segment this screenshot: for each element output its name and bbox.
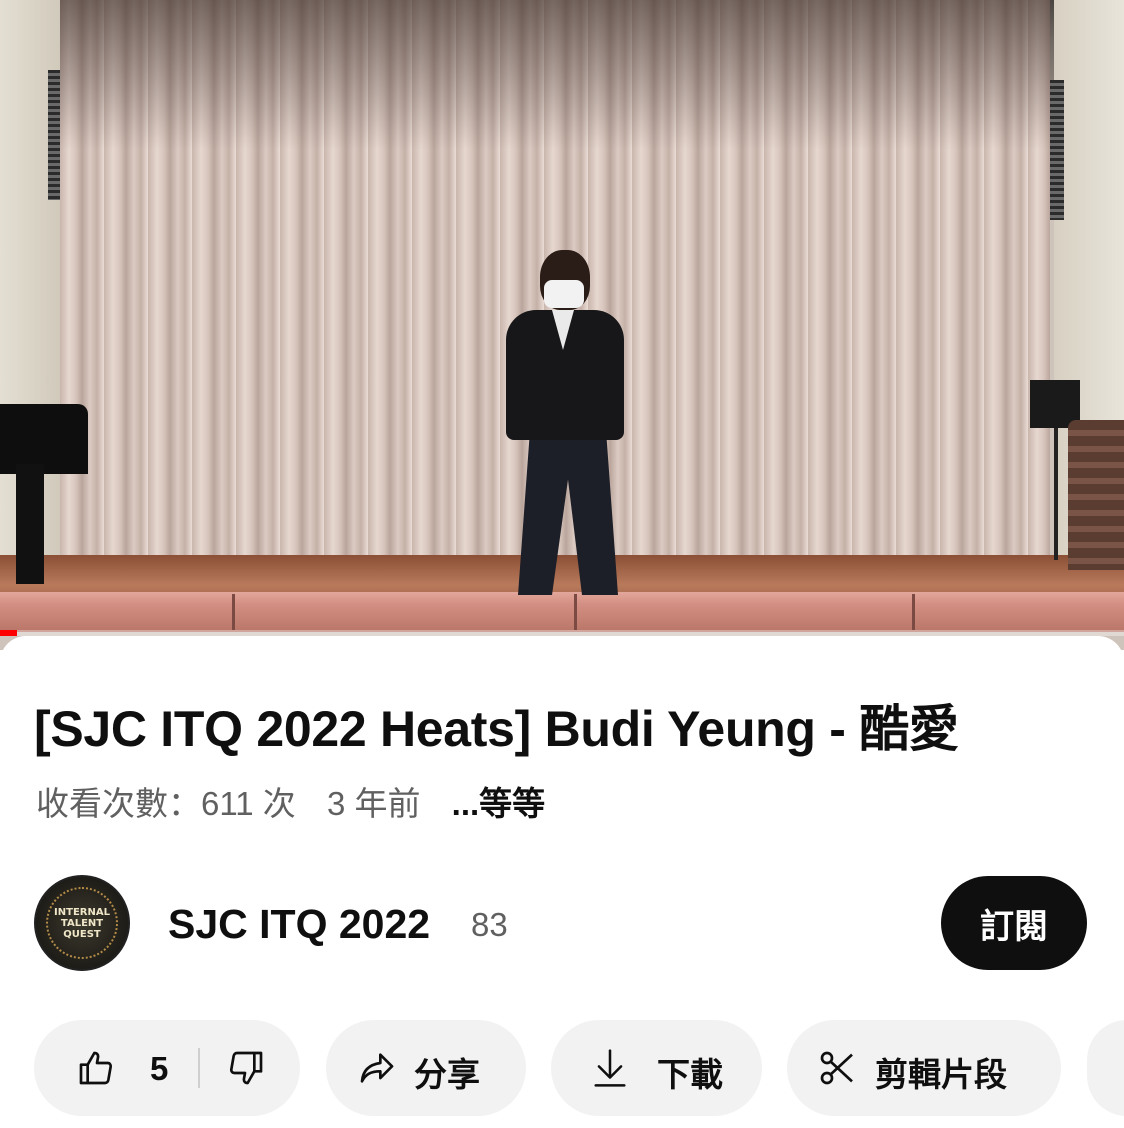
subscriber-count: 83	[471, 906, 508, 943]
video-meta[interactable]: 收看次數：611 次 3 年前 ...等等	[36, 782, 567, 826]
like-divider	[198, 1048, 200, 1088]
like-button[interactable]	[76, 1048, 116, 1088]
scissors-icon	[817, 1048, 857, 1088]
like-dislike-group: 5	[34, 1020, 300, 1116]
clip-label: 剪輯片段	[875, 1055, 1007, 1094]
share-button[interactable]: 分享	[326, 1020, 526, 1116]
video-scene-seam	[232, 594, 235, 630]
video-scene-performer	[500, 250, 630, 598]
download-icon	[591, 1046, 629, 1090]
dislike-button[interactable]	[226, 1048, 266, 1088]
view-count: 收看次數：611 次	[36, 785, 296, 822]
channel-avatar[interactable]: INTERNAL TALENT QUEST	[34, 875, 130, 971]
video-progress-fill	[0, 630, 17, 636]
clip-button[interactable]: 剪輯片段	[787, 1020, 1061, 1116]
download-button[interactable]: 下載	[551, 1020, 762, 1116]
video-scene-piano	[0, 404, 88, 584]
video-scene-seam	[574, 594, 577, 630]
share-arrow-icon	[356, 1048, 398, 1088]
like-count: 5	[150, 1050, 169, 1087]
channel-name[interactable]: SJC ITQ 2022	[168, 901, 430, 948]
video-scene-stage-edge	[0, 592, 1124, 632]
more-description-link[interactable]: ...等等	[452, 785, 546, 822]
download-label: 下載	[657, 1055, 723, 1094]
channel-row: INTERNAL TALENT QUEST SJC ITQ 2022 83 訂閱	[34, 875, 1094, 975]
video-player[interactable]	[0, 0, 1124, 650]
thumbs-up-icon	[76, 1048, 116, 1088]
avatar-logo-text: INTERNAL TALENT QUEST	[54, 907, 110, 940]
video-scene-seam	[912, 594, 915, 630]
subscribe-button[interactable]: 訂閱	[941, 876, 1087, 970]
action-bar: 5 分享 下載 剪輯片段	[34, 1020, 1124, 1116]
share-label: 分享	[414, 1055, 480, 1094]
video-scene-vent	[1048, 80, 1064, 220]
video-title: [SJC ITQ 2022 Heats] Budi Yeung - 酷愛	[34, 701, 959, 757]
more-actions-button[interactable]	[1087, 1020, 1124, 1116]
video-scene-chairs	[1068, 420, 1124, 570]
thumbs-down-icon	[226, 1048, 266, 1088]
upload-age: 3 年前	[326, 785, 421, 822]
